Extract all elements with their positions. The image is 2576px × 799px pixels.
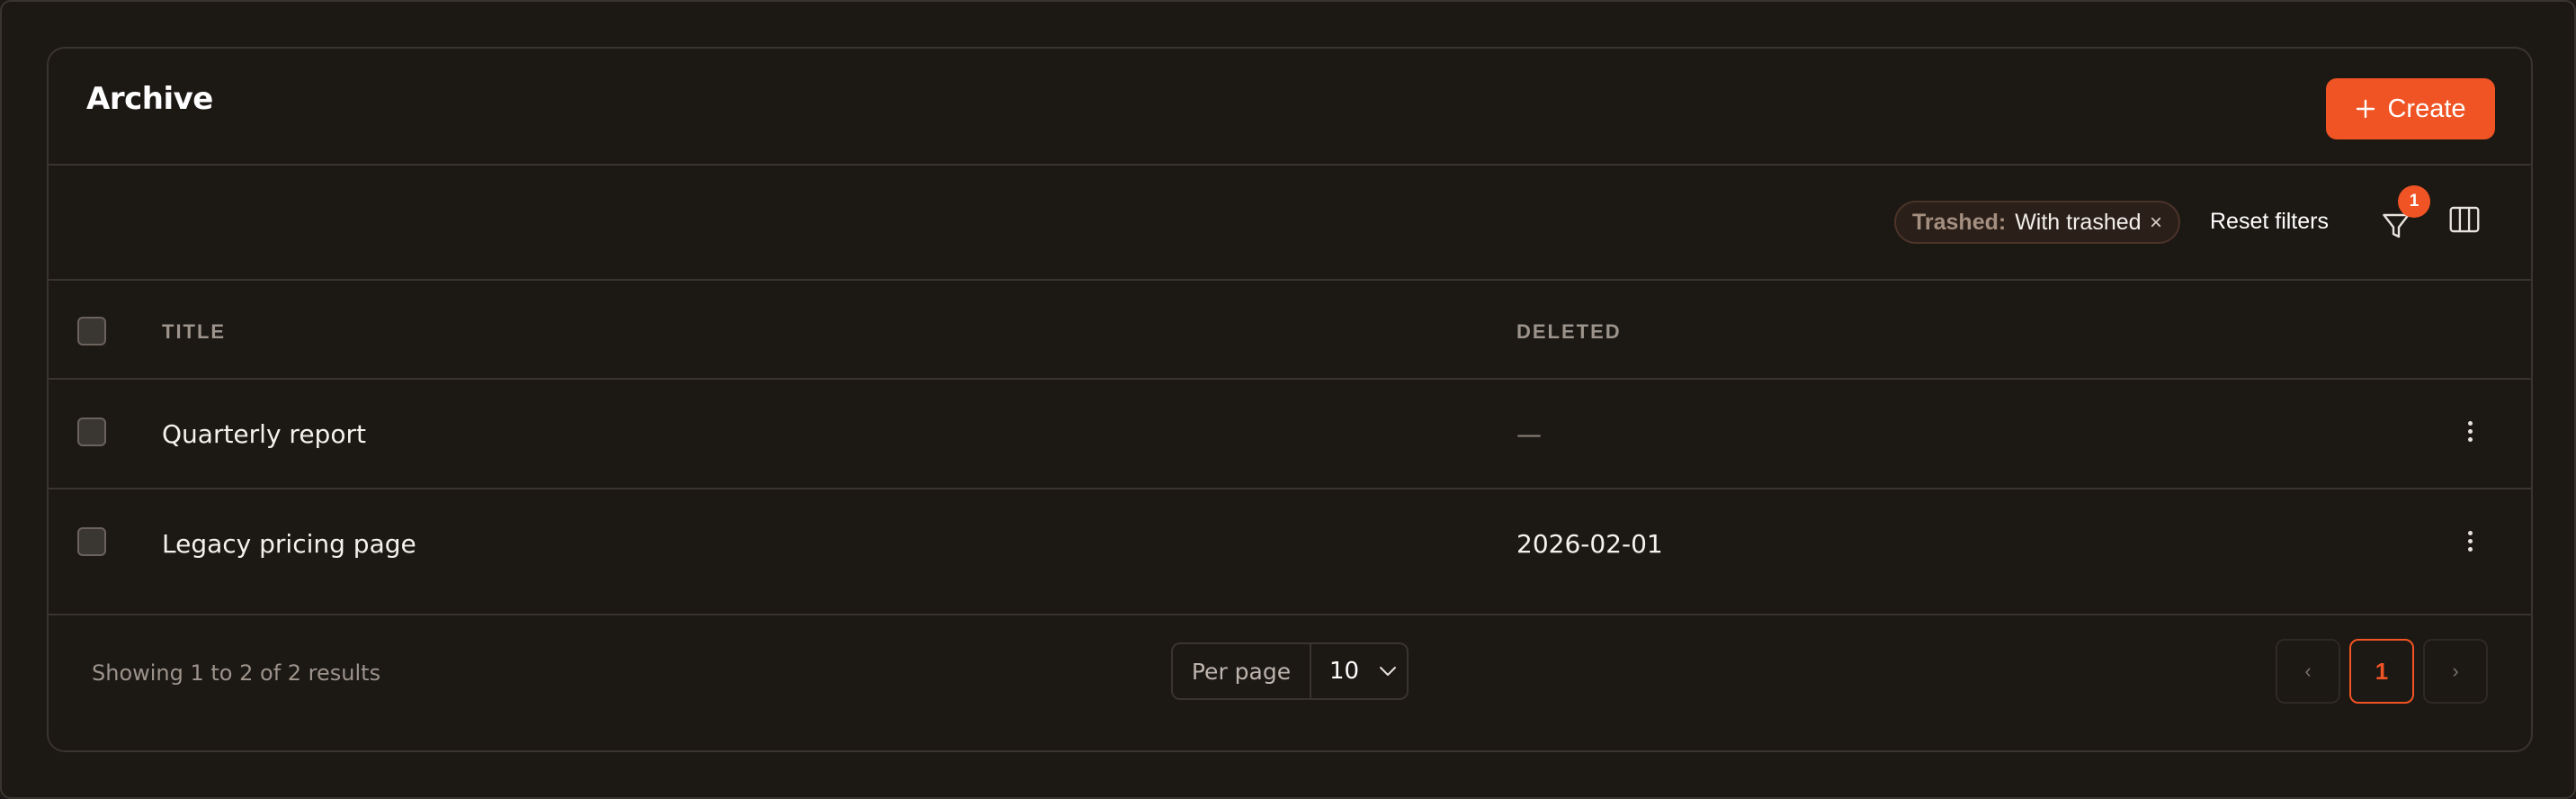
select-all-checkbox[interactable] (77, 317, 106, 346)
create-button-label: Create (2387, 94, 2466, 123)
filter-chip-trashed: Trashed: With trashed × (1894, 201, 2180, 244)
per-page-label: Per page (1173, 644, 1311, 698)
filter-count-badge: 1 (2398, 185, 2430, 218)
row-title: Quarterly report (162, 419, 366, 449)
columns-toggle-button[interactable] (2448, 205, 2484, 241)
more-vertical-icon[interactable] (2459, 417, 2481, 453)
results-summary: Showing 1 to 2 of 2 results (92, 660, 381, 686)
column-header-title[interactable]: TITLE (162, 320, 226, 344)
app-frame: Archive Create Trashed: With trashed × R… (0, 0, 2576, 799)
row-checkbox[interactable] (77, 417, 106, 446)
plus-icon (2357, 99, 2375, 119)
row-checkbox[interactable] (77, 527, 106, 556)
archive-panel: Archive Create Trashed: With trashed × R… (47, 47, 2533, 752)
panel-header: Archive Create (49, 49, 2531, 166)
next-page-button[interactable]: › (2423, 639, 2488, 704)
per-page-control: Per page 10 (1171, 642, 1409, 700)
table-header-row: TITLE DELETED (49, 281, 2531, 380)
previous-page-button[interactable]: ‹ (2276, 639, 2340, 704)
table-footer: Showing 1 to 2 of 2 results Per page 10 … (49, 615, 2531, 750)
close-icon[interactable]: × (2150, 211, 2162, 236)
create-button[interactable]: Create (2326, 78, 2495, 139)
per-page-value: 10 (1329, 658, 1360, 685)
chevron-down-icon (1380, 667, 1397, 676)
per-page-select[interactable]: 10 (1311, 644, 1407, 698)
table-toolbar: Trashed: With trashed × Reset filters 1 (49, 166, 2531, 281)
filter-chip-label: Trashed: (1912, 209, 2007, 235)
filter-chip-value: With trashed (2015, 209, 2142, 235)
row-deleted: — (1516, 419, 1542, 449)
columns-icon (2449, 206, 2480, 233)
row-deleted: 2026-02-01 (1516, 529, 1663, 559)
table-row: Legacy pricing page 2026-02-01 (49, 489, 2531, 615)
row-title: Legacy pricing page (162, 529, 416, 559)
column-header-deleted[interactable]: DELETED (1516, 320, 1622, 344)
reset-filters-link[interactable]: Reset filters (2210, 209, 2329, 235)
page-button-current[interactable]: 1 (2349, 639, 2414, 704)
more-vertical-icon[interactable] (2459, 527, 2481, 563)
page-title: Archive (86, 81, 213, 117)
table-row: Quarterly report — (49, 380, 2531, 489)
